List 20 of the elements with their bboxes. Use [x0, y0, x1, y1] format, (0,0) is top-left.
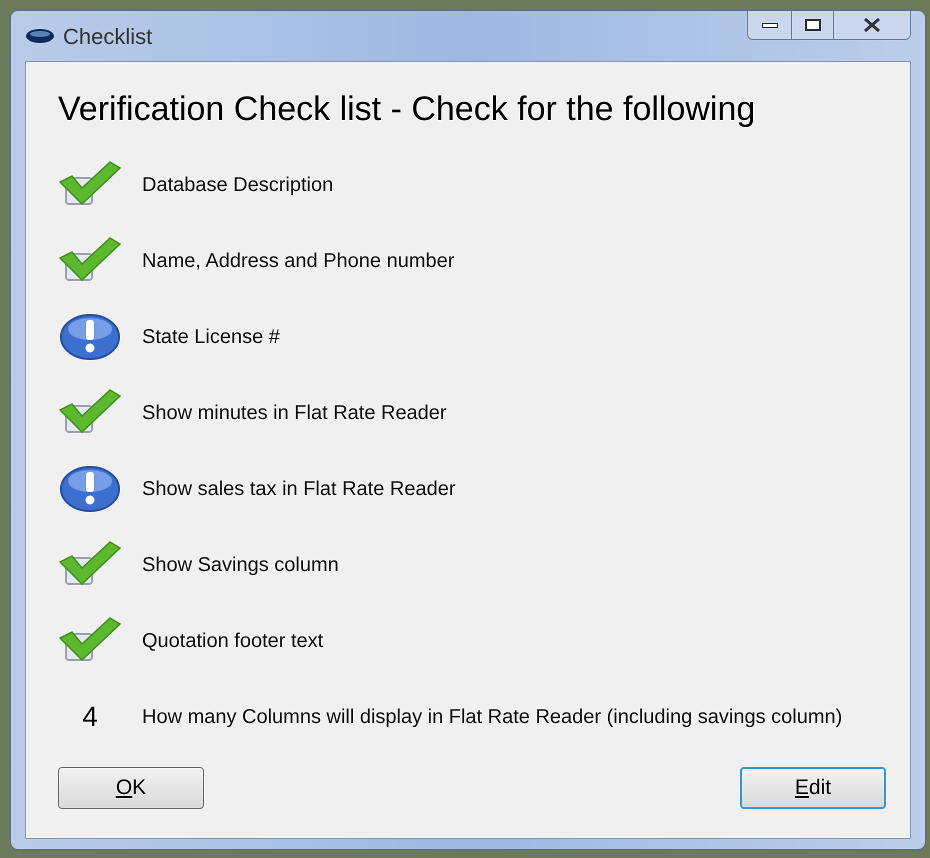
column-count: 4 — [82, 700, 98, 734]
exclamation-icon — [59, 464, 121, 514]
close-button[interactable] — [834, 11, 910, 39]
checklist-item-label: Show minutes in Flat Rate Reader — [142, 401, 447, 426]
checklist-item-label: Database Description — [142, 173, 334, 198]
checklist-item-label: Show sales tax in Flat Rate Reader — [142, 477, 456, 502]
window-title: Checklist — [63, 22, 152, 50]
checklist-heading: Verification Check list - Check for the following — [58, 89, 756, 130]
checklist-item-label: State License # — [142, 325, 280, 350]
checklist-item-label: Quotation footer text — [142, 629, 324, 654]
checklist-item-label: How many Columns will display in Flat Rate Reader (including savings column) — [142, 705, 842, 730]
exclamation-icon — [59, 312, 121, 362]
checklist-item-label: Show Savings column — [142, 553, 339, 578]
ok-button[interactable]: OK — [58, 767, 204, 809]
checklist-item-label: Name, Address and Phone number — [142, 249, 454, 274]
close-icon — [863, 18, 881, 32]
app-logo-icon — [25, 28, 55, 44]
edit-button[interactable]: Edit — [740, 767, 886, 809]
maximize-button[interactable] — [792, 11, 834, 39]
minimize-button[interactable] — [748, 11, 792, 39]
